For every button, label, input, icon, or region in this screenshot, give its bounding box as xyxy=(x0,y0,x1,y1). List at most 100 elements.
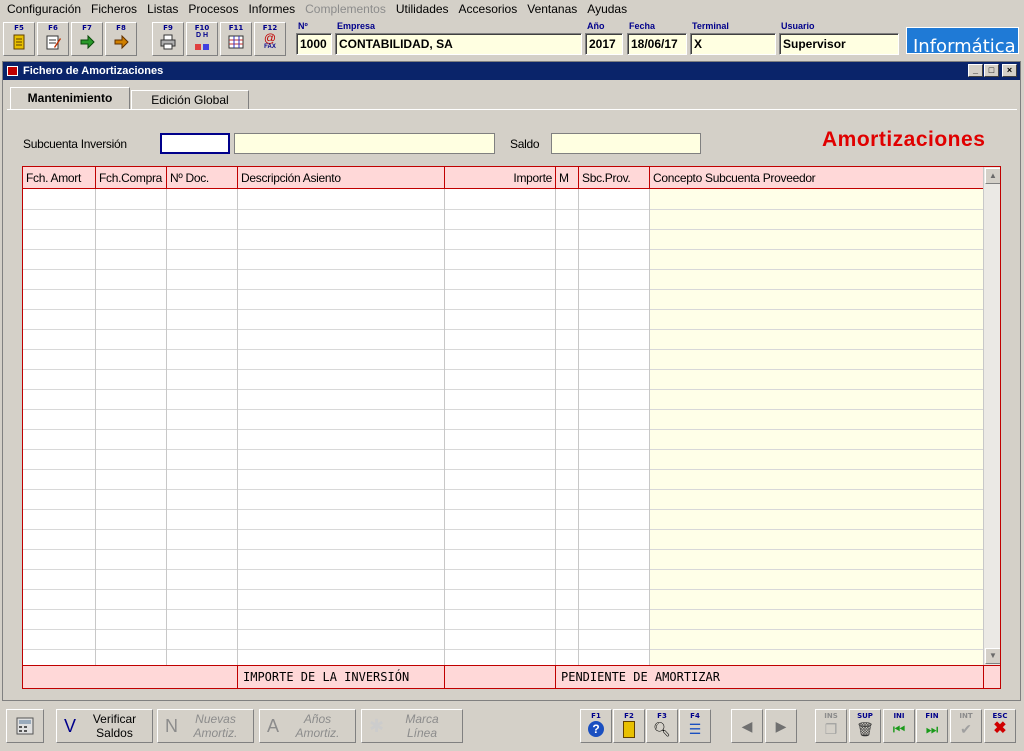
table-row[interactable] xyxy=(23,649,983,650)
prev-button[interactable]: ◀ xyxy=(731,709,763,743)
subcuenta-input[interactable] xyxy=(160,133,230,154)
tab-edicion-global[interactable]: Edición Global xyxy=(131,90,249,109)
marca-linea-label: Marca Línea xyxy=(384,712,460,740)
f9-toolbar-button[interactable]: F9 xyxy=(152,22,184,56)
table-footer: IMPORTE DE LA INVERSIÓN PENDIENTE DE AMO… xyxy=(23,665,1000,688)
f10-toolbar-button[interactable]: F10 D H xyxy=(186,22,218,56)
minimize-button[interactable]: _ xyxy=(968,64,983,77)
menu-accesorios[interactable]: Accesorios xyxy=(454,0,523,19)
f12-toolbar-button[interactable]: F12 @ FAX xyxy=(254,22,286,56)
ini-first-button[interactable]: INI ⏮ xyxy=(883,709,915,743)
import-arrow-icon xyxy=(80,34,95,50)
menu-ventanas[interactable]: Ventanas xyxy=(522,0,582,19)
f2-key-label: F2 xyxy=(624,712,634,720)
table-row[interactable] xyxy=(23,509,983,510)
table-row[interactable] xyxy=(23,609,983,610)
col-header-m[interactable]: M xyxy=(556,167,579,189)
table-row[interactable] xyxy=(23,449,983,450)
help-icon: ? xyxy=(588,721,604,737)
maximize-button[interactable]: □ xyxy=(984,64,999,77)
menu-configuracion[interactable]: Configuración xyxy=(2,0,86,19)
verificar-hotkey: V xyxy=(64,716,77,736)
f1-help-button[interactable]: F1? xyxy=(580,709,612,743)
col-header-concepto[interactable]: Concepto Subcuenta Proveedor xyxy=(650,167,983,189)
table-row[interactable] xyxy=(23,209,983,210)
calculator-icon xyxy=(16,717,34,735)
verificar-line1: Verificar xyxy=(92,712,137,726)
menu-informes[interactable]: Informes xyxy=(243,0,300,19)
f11-toolbar-button[interactable]: F11 xyxy=(220,22,252,56)
f10-key-label: F10 xyxy=(194,24,210,32)
menu-utilidades[interactable]: Utilidades xyxy=(391,0,454,19)
ins-key-label: INS xyxy=(824,712,838,720)
vertical-scrollbar[interactable]: ▲ ▼ xyxy=(983,167,1000,665)
menu-procesos[interactable]: Procesos xyxy=(183,0,243,19)
f6-toolbar-button[interactable]: F6 xyxy=(37,22,69,56)
table-row[interactable] xyxy=(23,469,983,470)
concepto-column-background xyxy=(649,189,983,665)
subcuenta-label: Subcuenta Inversión xyxy=(23,137,127,151)
menu-listas[interactable]: Listas xyxy=(142,0,183,19)
table-row[interactable] xyxy=(23,629,983,630)
first-record-icon: ⏮ xyxy=(892,721,906,737)
f4-list-button[interactable]: F4 ☰ xyxy=(679,709,711,743)
marca-line1: Marca xyxy=(405,712,439,726)
tab-mantenimiento[interactable]: Mantenimiento xyxy=(10,87,130,109)
f3-search-button[interactable]: F3 🔍︎ xyxy=(646,709,678,743)
amortizaciones-table[interactable]: Fch. Amort Fch.Compra Nº Doc. Descripció… xyxy=(22,166,1001,689)
verificar-saldos-button[interactable]: V Verificar Saldos xyxy=(56,709,153,743)
window-title-bar[interactable]: Fichero de Amortizaciones _ □ × xyxy=(3,62,1020,80)
table-row[interactable] xyxy=(23,489,983,490)
next-button[interactable]: ▶ xyxy=(765,709,797,743)
col-header-num-doc[interactable]: Nº Doc. xyxy=(167,167,238,189)
fecha-label: Fecha xyxy=(629,21,656,31)
scroll-down-icon[interactable]: ▼ xyxy=(985,648,1000,664)
tab-mantenimiento-label: Mantenimiento xyxy=(27,91,113,105)
table-row[interactable] xyxy=(23,309,983,310)
table-row[interactable] xyxy=(23,429,983,430)
terminal-label: Terminal xyxy=(692,21,729,31)
f2-ledger-button[interactable]: F2 xyxy=(613,709,645,743)
table-row[interactable] xyxy=(23,389,983,390)
empresa-label: Empresa xyxy=(337,21,376,31)
anio-field: 2017 xyxy=(585,33,623,55)
marca-linea-button: ✱ Marca Línea xyxy=(361,709,463,743)
col-header-fch-compra[interactable]: Fch.Compra xyxy=(96,167,167,189)
col-header-importe[interactable]: Importe xyxy=(445,167,556,189)
num-field: 1000 xyxy=(296,33,332,55)
window-title: Fichero de Amortizaciones xyxy=(23,65,164,77)
f8-toolbar-button[interactable]: F8 xyxy=(105,22,137,56)
scroll-up-icon[interactable]: ▲ xyxy=(985,168,1000,184)
int-key-label: INT xyxy=(959,712,973,720)
table-row[interactable] xyxy=(23,249,983,250)
ini-key-label: INI xyxy=(893,712,905,720)
debit-credit-icon: D H xyxy=(195,32,209,39)
esc-cancel-button[interactable]: ESC ✖ xyxy=(984,709,1016,743)
table-row[interactable] xyxy=(23,549,983,550)
table-row[interactable] xyxy=(23,349,983,350)
col-header-sbc-prov[interactable]: Sbc.Prov. xyxy=(579,167,650,189)
table-row[interactable] xyxy=(23,569,983,570)
col-header-descripcion[interactable]: Descripción Asiento xyxy=(238,167,445,189)
f7-toolbar-button[interactable]: F7 xyxy=(71,22,103,56)
table-row[interactable] xyxy=(23,289,983,290)
table-row[interactable] xyxy=(23,229,983,230)
table-row[interactable] xyxy=(23,409,983,410)
menu-bar: Configuración Ficheros Listas Procesos I… xyxy=(0,0,1024,19)
f5-toolbar-button[interactable]: F5 xyxy=(3,22,35,56)
table-row[interactable] xyxy=(23,589,983,590)
checkmark-icon: ✔ xyxy=(960,721,972,737)
col-header-fch-amort[interactable]: Fch. Amort xyxy=(23,167,96,189)
table-row[interactable] xyxy=(23,269,983,270)
calculator-button[interactable] xyxy=(6,709,44,743)
sup-delete-button[interactable]: SUP 🗑︎ xyxy=(849,709,881,743)
table-row[interactable] xyxy=(23,529,983,530)
table-row[interactable] xyxy=(23,369,983,370)
close-button[interactable]: × xyxy=(1002,64,1017,77)
fin-last-button[interactable]: FIN ⏭ xyxy=(916,709,948,743)
menu-ficheros[interactable]: Ficheros xyxy=(86,0,142,19)
table-row[interactable] xyxy=(23,329,983,330)
insert-document-icon: ❐ xyxy=(824,721,838,737)
menu-ayudas[interactable]: Ayudas xyxy=(582,0,632,19)
footer-importe-inversion-label: IMPORTE DE LA INVERSIÓN xyxy=(238,666,445,688)
